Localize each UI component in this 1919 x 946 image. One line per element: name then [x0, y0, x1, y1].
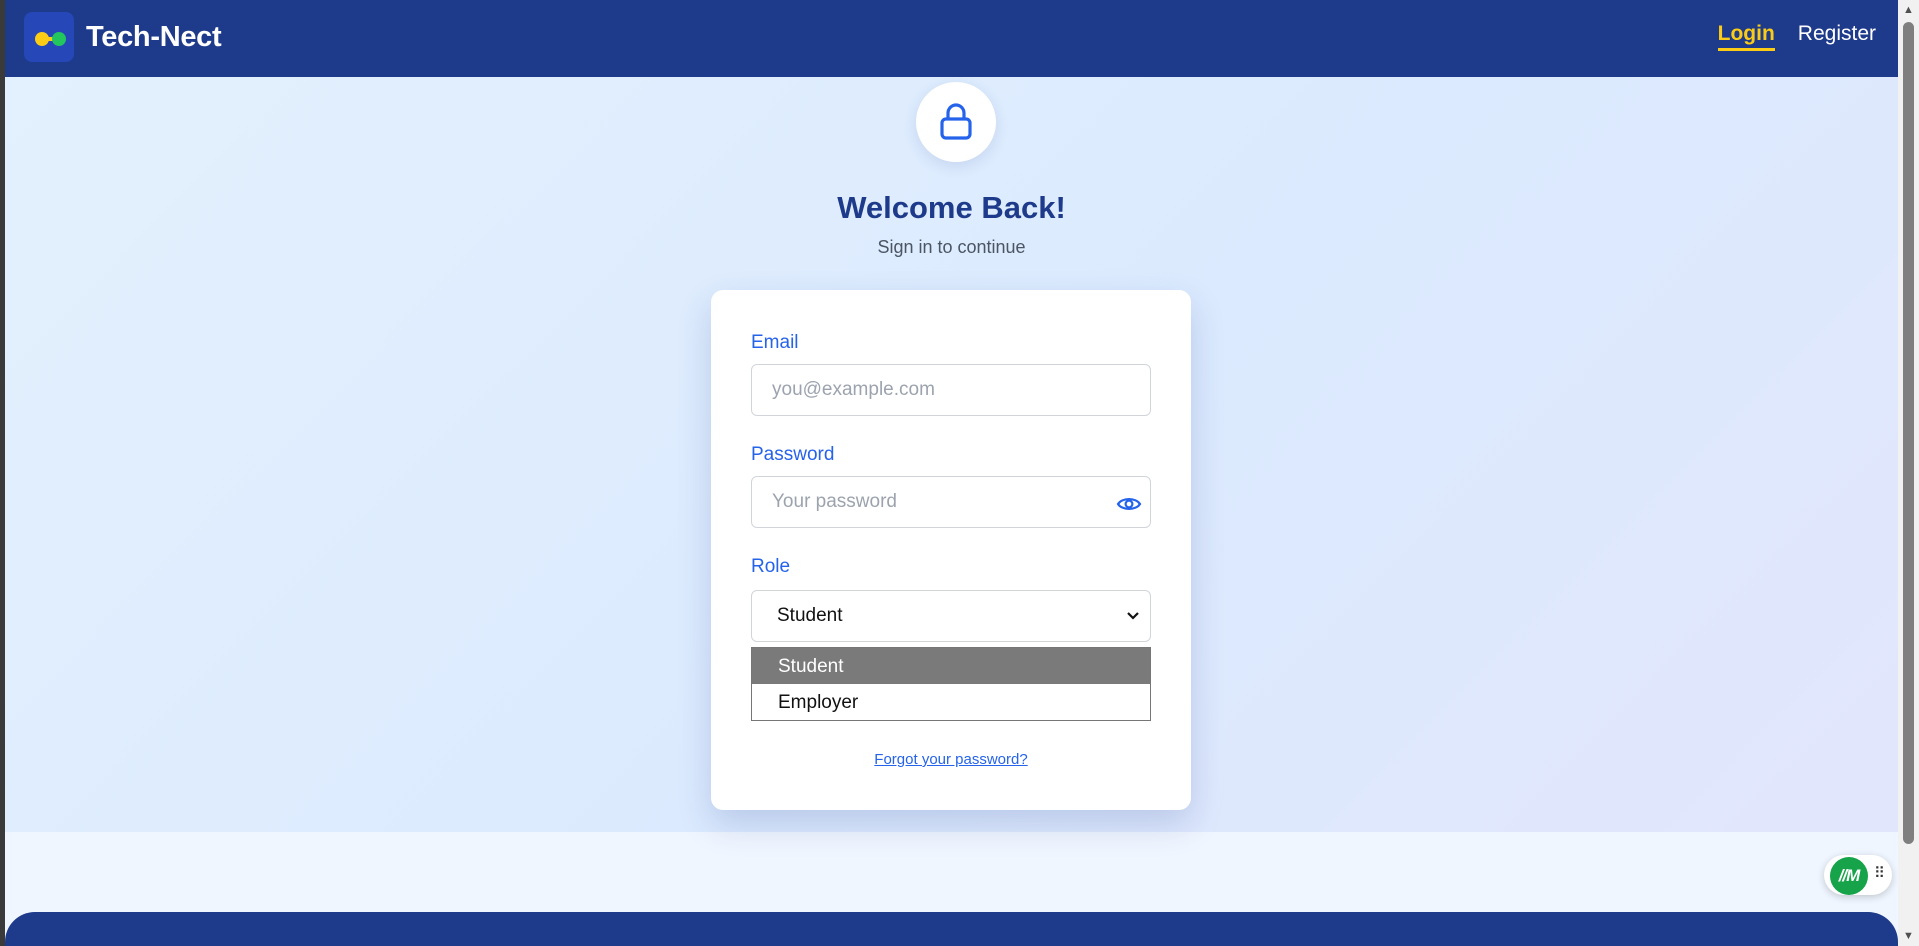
floating-widget[interactable]: //M ⠿: [1824, 855, 1892, 895]
lock-badge: [916, 82, 996, 162]
login-card: Email Password Role Student Student: [711, 290, 1191, 810]
role-select[interactable]: Student: [751, 590, 1151, 642]
role-dropdown-list: Student Employer: [751, 647, 1151, 721]
role-label: Role: [751, 556, 791, 577]
top-navbar: Tech-Nect Login Register: [5, 0, 1898, 77]
page-subtitle: Sign in to continue: [877, 237, 1026, 257]
vertical-scrollbar[interactable]: ▲ ▼: [1898, 0, 1919, 946]
email-label: Email: [751, 332, 799, 353]
nav-links: Login Register: [1717, 22, 1876, 51]
brand[interactable]: Tech-Nect: [24, 12, 222, 62]
scroll-down-arrow-icon[interactable]: ▼: [1898, 926, 1919, 946]
scrollbar-thumb[interactable]: [1903, 22, 1914, 844]
role-option-employer[interactable]: Employer: [752, 684, 1150, 720]
login-hero: Welcome Back! Sign in to continue Email …: [5, 77, 1898, 832]
toggle-password-visibility-button[interactable]: [1115, 490, 1143, 518]
email-field[interactable]: [751, 364, 1151, 416]
page-title: Welcome Back!: [837, 190, 1066, 225]
drag-handle-icon[interactable]: ⠿: [1874, 864, 1885, 882]
nav-login-link[interactable]: Login: [1717, 22, 1775, 51]
password-field[interactable]: [751, 476, 1151, 528]
eye-icon: [1116, 498, 1142, 510]
page-footer: [5, 912, 1898, 946]
lock-icon: [940, 103, 972, 140]
role-option-student[interactable]: Student: [752, 648, 1150, 684]
password-label: Password: [751, 444, 835, 465]
browser-viewport: Tech-Nect Login Register Welcome Back! S…: [5, 0, 1898, 946]
chevron-down-icon: [1127, 612, 1139, 620]
forgot-password-link[interactable]: Forgot your password?: [711, 751, 1191, 768]
brand-name: Tech-Nect: [86, 20, 222, 53]
nav-register-link[interactable]: Register: [1798, 22, 1876, 51]
scroll-up-arrow-icon[interactable]: ▲: [1898, 0, 1919, 20]
widget-logo[interactable]: //M: [1830, 857, 1868, 895]
role-select-value: Student: [777, 605, 843, 626]
brand-logo-icon: [24, 12, 74, 62]
